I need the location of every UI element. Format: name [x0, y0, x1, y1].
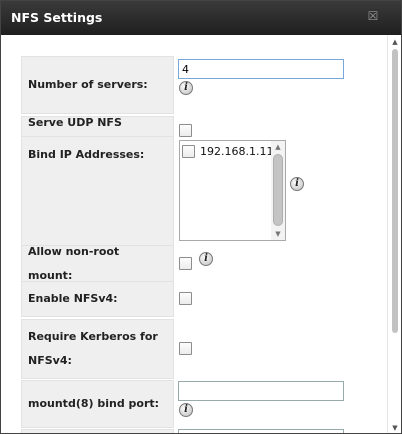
dialog-title: NFS Settings [11, 10, 103, 25]
number-of-servers-input[interactable] [178, 59, 344, 79]
require-kerberos-label-line2: NFSv4: [28, 354, 72, 367]
require-kerberos-label: Require Kerberos for NFSv4: [21, 319, 174, 379]
bind-ip-option-label: 192.168.1.114 [200, 145, 281, 158]
allow-nonroot-label: Allow non-root mount: [21, 245, 174, 282]
next-row-field [178, 429, 387, 433]
row-require-kerberos: Require Kerberos for NFSv4: [21, 319, 387, 379]
listbox-scrollbar[interactable]: ▲ ▼ [271, 141, 285, 240]
info-icon[interactable]: i [199, 252, 213, 266]
require-kerberos-checkbox[interactable] [179, 342, 192, 355]
scroll-down-icon[interactable]: ▼ [388, 423, 401, 433]
info-icon[interactable]: i [179, 81, 193, 95]
number-of-servers-label: Number of servers: [21, 56, 174, 114]
row-next-partial [21, 429, 387, 433]
row-enable-nfsv4: Enable NFSv4: [21, 281, 387, 317]
row-allow-nonroot: Allow non-root mount: i [21, 245, 387, 282]
allow-nonroot-checkbox[interactable] [179, 257, 192, 270]
require-kerberos-label-line1: Require Kerberos for [28, 330, 158, 343]
require-kerberos-field [178, 319, 387, 379]
list-item[interactable]: 192.168.1.114 [182, 144, 280, 160]
next-row-label [21, 429, 174, 433]
dialog-scroll-thumb[interactable] [392, 49, 398, 333]
dialog-titlebar[interactable]: NFS Settings ☒ [1, 1, 401, 35]
settings-form: Number of servers: i Serve UDP NFS clien… [21, 35, 387, 433]
scroll-up-icon[interactable]: ▲ [271, 142, 285, 152]
dialog-scrollbar[interactable]: ▲ ▼ [387, 35, 401, 433]
bind-ip-option-checkbox[interactable] [182, 145, 195, 158]
mountd-port-input[interactable] [178, 381, 344, 401]
info-icon[interactable]: i [290, 177, 304, 191]
bind-ip-listbox[interactable]: 192.168.1.114 ▲ ▼ [179, 140, 286, 241]
listbox-scroll-thumb[interactable] [273, 154, 283, 226]
info-icon[interactable]: i [179, 403, 193, 417]
enable-nfsv4-checkbox[interactable] [179, 292, 192, 305]
mountd-port-label: mountd(8) bind port: [21, 380, 174, 428]
allow-nonroot-field: i [178, 245, 387, 282]
scroll-up-icon[interactable]: ▲ [388, 37, 401, 47]
scroll-down-icon[interactable]: ▼ [271, 229, 285, 239]
close-icon[interactable]: ☒ [367, 10, 379, 22]
number-of-servers-field: i [178, 56, 387, 114]
nfs-settings-dialog: NFS Settings ☒ Number of servers: i Serv… [0, 0, 402, 434]
row-mountd-port: mountd(8) bind port: i [21, 380, 387, 428]
next-row-input[interactable] [178, 429, 344, 433]
enable-nfsv4-field [178, 281, 387, 317]
enable-nfsv4-label: Enable NFSv4: [21, 281, 174, 317]
row-number-of-servers: Number of servers: i [21, 56, 387, 114]
mountd-port-field: i [178, 380, 387, 428]
